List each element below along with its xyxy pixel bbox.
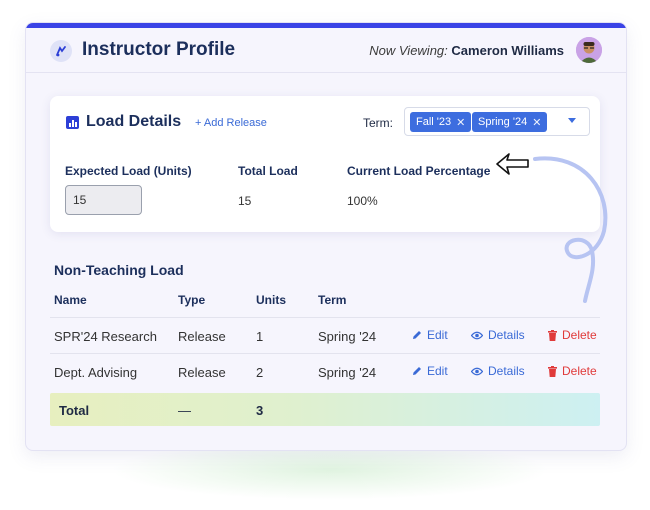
delete-label: Delete <box>562 328 597 342</box>
term-chip-fall-23[interactable]: Fall '23 ✕ <box>410 112 472 132</box>
delete-button[interactable]: Delete <box>548 328 597 342</box>
trash-icon <box>548 329 557 341</box>
term-label: Term: <box>363 116 393 130</box>
expected-load-label: Expected Load (Units) <box>65 164 192 178</box>
add-release-link[interactable]: + Add Release <box>195 117 267 129</box>
now-viewing-label: Now Viewing: <box>369 43 448 58</box>
total-type: — <box>178 403 191 418</box>
logo-icon <box>50 40 72 62</box>
table-row: Dept. Advising Release 2 Spring '24 Edit… <box>50 353 600 390</box>
load-details-title: Load Details <box>86 113 182 130</box>
details-button[interactable]: Details <box>471 328 525 342</box>
details-label: Details <box>488 364 525 378</box>
total-load-label: Total Load <box>238 164 298 178</box>
delete-label: Delete <box>562 364 597 378</box>
row-units: 2 <box>256 365 264 380</box>
close-icon[interactable]: ✕ <box>532 116 541 129</box>
current-load-percentage-label: Current Load Percentage <box>347 164 491 178</box>
total-units: 3 <box>256 403 264 418</box>
chevron-down-icon[interactable] <box>568 118 576 123</box>
term-multiselect[interactable]: Fall '23 ✕ Spring '24 ✕ <box>404 107 590 136</box>
row-term: Spring '24 <box>318 329 377 344</box>
total-load-value: 15 <box>238 194 252 208</box>
edit-button[interactable]: Edit <box>412 364 448 378</box>
bar-chart-icon <box>66 116 79 129</box>
pencil-icon <box>413 331 421 339</box>
page-title: Instructor Profile <box>82 39 236 60</box>
edit-label: Edit <box>427 328 448 342</box>
now-viewing: Now Viewing: Cameron Williams <box>369 43 564 58</box>
row-type: Release <box>178 365 226 380</box>
column-header-units: Units <box>256 293 286 307</box>
column-header-term: Term <box>318 293 347 307</box>
pencil-icon <box>413 367 421 375</box>
expected-load-input[interactable]: 15 <box>65 185 142 215</box>
cursor-arrow-icon <box>496 153 529 175</box>
row-units: 1 <box>256 329 264 344</box>
row-term: Spring '24 <box>318 365 377 380</box>
eye-icon <box>471 367 483 375</box>
row-type: Release <box>178 329 226 344</box>
term-chip-spring-24[interactable]: Spring '24 ✕ <box>472 112 548 132</box>
term-chip-label: Spring '24 <box>478 116 528 128</box>
profile-header: Instructor Profile Now Viewing: Cameron … <box>26 28 626 73</box>
details-label: Details <box>488 328 525 342</box>
column-header-type: Type <box>178 293 206 307</box>
instructor-name: Cameron Williams <box>451 43 564 58</box>
total-row: Total — 3 <box>50 393 600 426</box>
trash-icon <box>548 365 557 377</box>
total-label: Total <box>59 403 90 418</box>
edit-label: Edit <box>427 364 448 378</box>
current-load-percentage-value: 100% <box>347 194 378 208</box>
delete-button[interactable]: Delete <box>548 364 597 378</box>
term-chip-label: Fall '23 <box>416 116 452 128</box>
column-header-name: Name <box>54 293 87 307</box>
avatar[interactable] <box>576 37 602 63</box>
row-name: SPR'24 Research <box>54 329 157 344</box>
details-button[interactable]: Details <box>471 364 525 378</box>
close-icon[interactable]: ✕ <box>456 116 465 129</box>
row-name: Dept. Advising <box>54 365 138 380</box>
decorative-swirl <box>533 156 608 303</box>
table-row: SPR'24 Research Release 1 Spring '24 Edi… <box>50 317 600 354</box>
non-teaching-load-title: Non-Teaching Load <box>54 262 184 278</box>
edit-button[interactable]: Edit <box>412 328 448 342</box>
eye-icon <box>471 331 483 339</box>
